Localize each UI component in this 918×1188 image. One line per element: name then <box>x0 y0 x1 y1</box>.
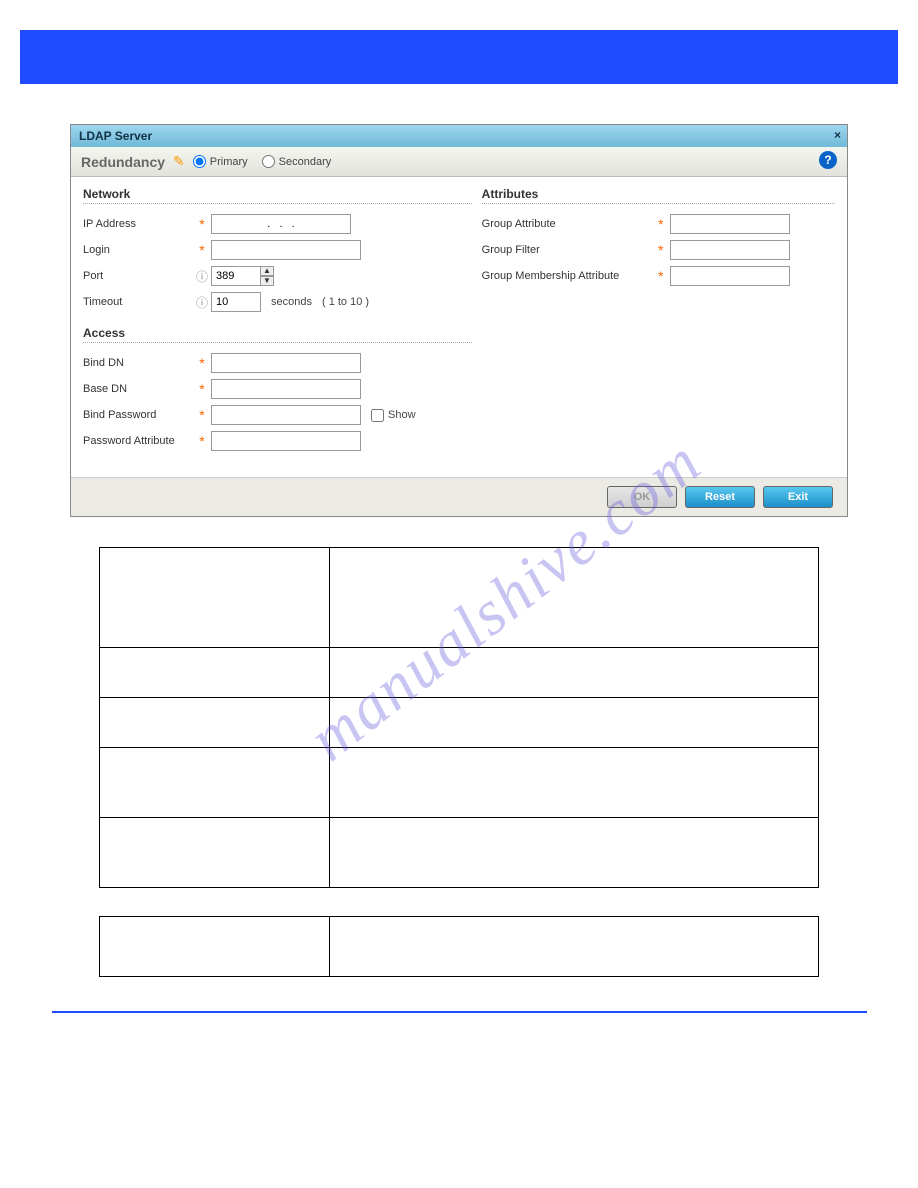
redundancy-primary-radio[interactable]: Primary <box>193 155 248 168</box>
port-spinner: ▲ ▼ <box>211 266 274 286</box>
dialog-button-bar: OK Reset Exit <box>71 477 847 516</box>
info-icon: ⓘ <box>193 268 211 285</box>
table-row <box>100 917 819 977</box>
table-cell <box>100 917 330 977</box>
port-spin-buttons: ▲ ▼ <box>260 266 274 286</box>
table-cell <box>330 548 819 648</box>
table-cell <box>100 648 330 698</box>
table-cell <box>330 917 819 977</box>
table-cell <box>330 748 819 818</box>
doc-table-2 <box>99 916 819 977</box>
timeout-row: Timeout ⓘ seconds ( 1 to 10 ) <box>83 292 472 312</box>
pw-attr-row: Password Attribute * <box>83 431 472 451</box>
pw-attr-input[interactable] <box>211 431 361 451</box>
group-filter-label: Group Filter <box>482 244 652 256</box>
help-icon[interactable]: ? <box>819 151 837 169</box>
required-icon: * <box>652 242 670 258</box>
info-icon: ⓘ <box>193 294 211 311</box>
port-row: Port ⓘ ▲ ▼ <box>83 266 472 286</box>
attributes-section-title: Attributes <box>482 187 835 204</box>
primary-radio-label: Primary <box>210 156 248 168</box>
secondary-radio-input[interactable] <box>262 155 275 168</box>
group-attr-input[interactable] <box>670 214 790 234</box>
login-row: Login * <box>83 240 472 260</box>
ldap-server-dialog: LDAP Server × Redundancy ✎ Primary Secon… <box>70 124 848 517</box>
bind-pw-label: Bind Password <box>83 409 193 421</box>
table-cell <box>330 698 819 748</box>
required-icon: * <box>193 216 211 232</box>
exit-button[interactable]: Exit <box>763 486 833 508</box>
port-input[interactable] <box>211 266 261 286</box>
show-password-checkbox[interactable]: Show <box>371 409 416 422</box>
timeout-hint: ( 1 to 10 ) <box>322 296 369 308</box>
pw-attr-label: Password Attribute <box>83 435 193 447</box>
table-cell <box>100 748 330 818</box>
table-row <box>100 648 819 698</box>
secondary-radio-label: Secondary <box>279 156 332 168</box>
port-label: Port <box>83 270 193 282</box>
table-row <box>100 818 819 888</box>
timeout-label: Timeout <box>83 296 193 308</box>
login-input[interactable] <box>211 240 361 260</box>
left-column: Network IP Address * Login * Port ⓘ ▲ ▼ <box>83 187 472 457</box>
timeout-unit: seconds <box>271 296 312 308</box>
redundancy-label: Redundancy <box>81 154 165 170</box>
group-attr-row: Group Attribute * <box>482 214 835 234</box>
footer-rule <box>52 1011 867 1013</box>
login-label: Login <box>83 244 193 256</box>
table-cell <box>330 648 819 698</box>
show-pw-check[interactable] <box>371 409 384 422</box>
redundancy-bar: Redundancy ✎ Primary Secondary ? <box>71 147 847 177</box>
group-member-label: Group Membership Attribute <box>482 270 652 282</box>
group-attr-label: Group Attribute <box>482 218 652 230</box>
show-pw-label: Show <box>388 409 416 421</box>
group-filter-row: Group Filter * <box>482 240 835 260</box>
ip-input[interactable] <box>211 214 351 234</box>
redundancy-secondary-radio[interactable]: Secondary <box>262 155 332 168</box>
dialog-body: Network IP Address * Login * Port ⓘ ▲ ▼ <box>71 177 847 477</box>
bind-pw-input[interactable] <box>211 405 361 425</box>
table-row <box>100 748 819 818</box>
base-dn-input[interactable] <box>211 379 361 399</box>
base-dn-label: Base DN <box>83 383 193 395</box>
primary-radio-input[interactable] <box>193 155 206 168</box>
table-cell <box>100 818 330 888</box>
timeout-input[interactable] <box>211 292 261 312</box>
table-cell <box>330 818 819 888</box>
ip-label: IP Address <box>83 218 193 230</box>
right-column: Attributes Group Attribute * Group Filte… <box>472 187 835 457</box>
required-icon: * <box>193 381 211 397</box>
dialog-titlebar: LDAP Server × <box>71 125 847 147</box>
table-cell <box>100 548 330 648</box>
table-row <box>100 698 819 748</box>
group-filter-input[interactable] <box>670 240 790 260</box>
dialog-title-text: LDAP Server <box>79 129 152 143</box>
bind-dn-row: Bind DN * <box>83 353 472 373</box>
required-icon: * <box>193 242 211 258</box>
doc-table-1 <box>99 547 819 888</box>
close-icon[interactable]: × <box>834 128 841 142</box>
reset-button[interactable]: Reset <box>685 486 755 508</box>
ip-row: IP Address * <box>83 214 472 234</box>
group-member-input[interactable] <box>670 266 790 286</box>
group-member-row: Group Membership Attribute * <box>482 266 835 286</box>
required-icon: * <box>193 433 211 449</box>
page-top-banner <box>20 30 898 84</box>
ok-button[interactable]: OK <box>607 486 677 508</box>
required-icon: * <box>652 216 670 232</box>
bind-pw-row: Bind Password * Show <box>83 405 472 425</box>
bind-dn-label: Bind DN <box>83 357 193 369</box>
required-icon: * <box>193 407 211 423</box>
port-spin-up[interactable]: ▲ <box>260 266 274 276</box>
port-spin-down[interactable]: ▼ <box>260 276 274 286</box>
table-cell <box>100 698 330 748</box>
access-section-title: Access <box>83 326 472 343</box>
table-row <box>100 548 819 648</box>
base-dn-row: Base DN * <box>83 379 472 399</box>
pencil-icon[interactable]: ✎ <box>173 153 185 170</box>
required-icon: * <box>652 268 670 284</box>
network-section-title: Network <box>83 187 472 204</box>
bind-dn-input[interactable] <box>211 353 361 373</box>
required-icon: * <box>193 355 211 371</box>
